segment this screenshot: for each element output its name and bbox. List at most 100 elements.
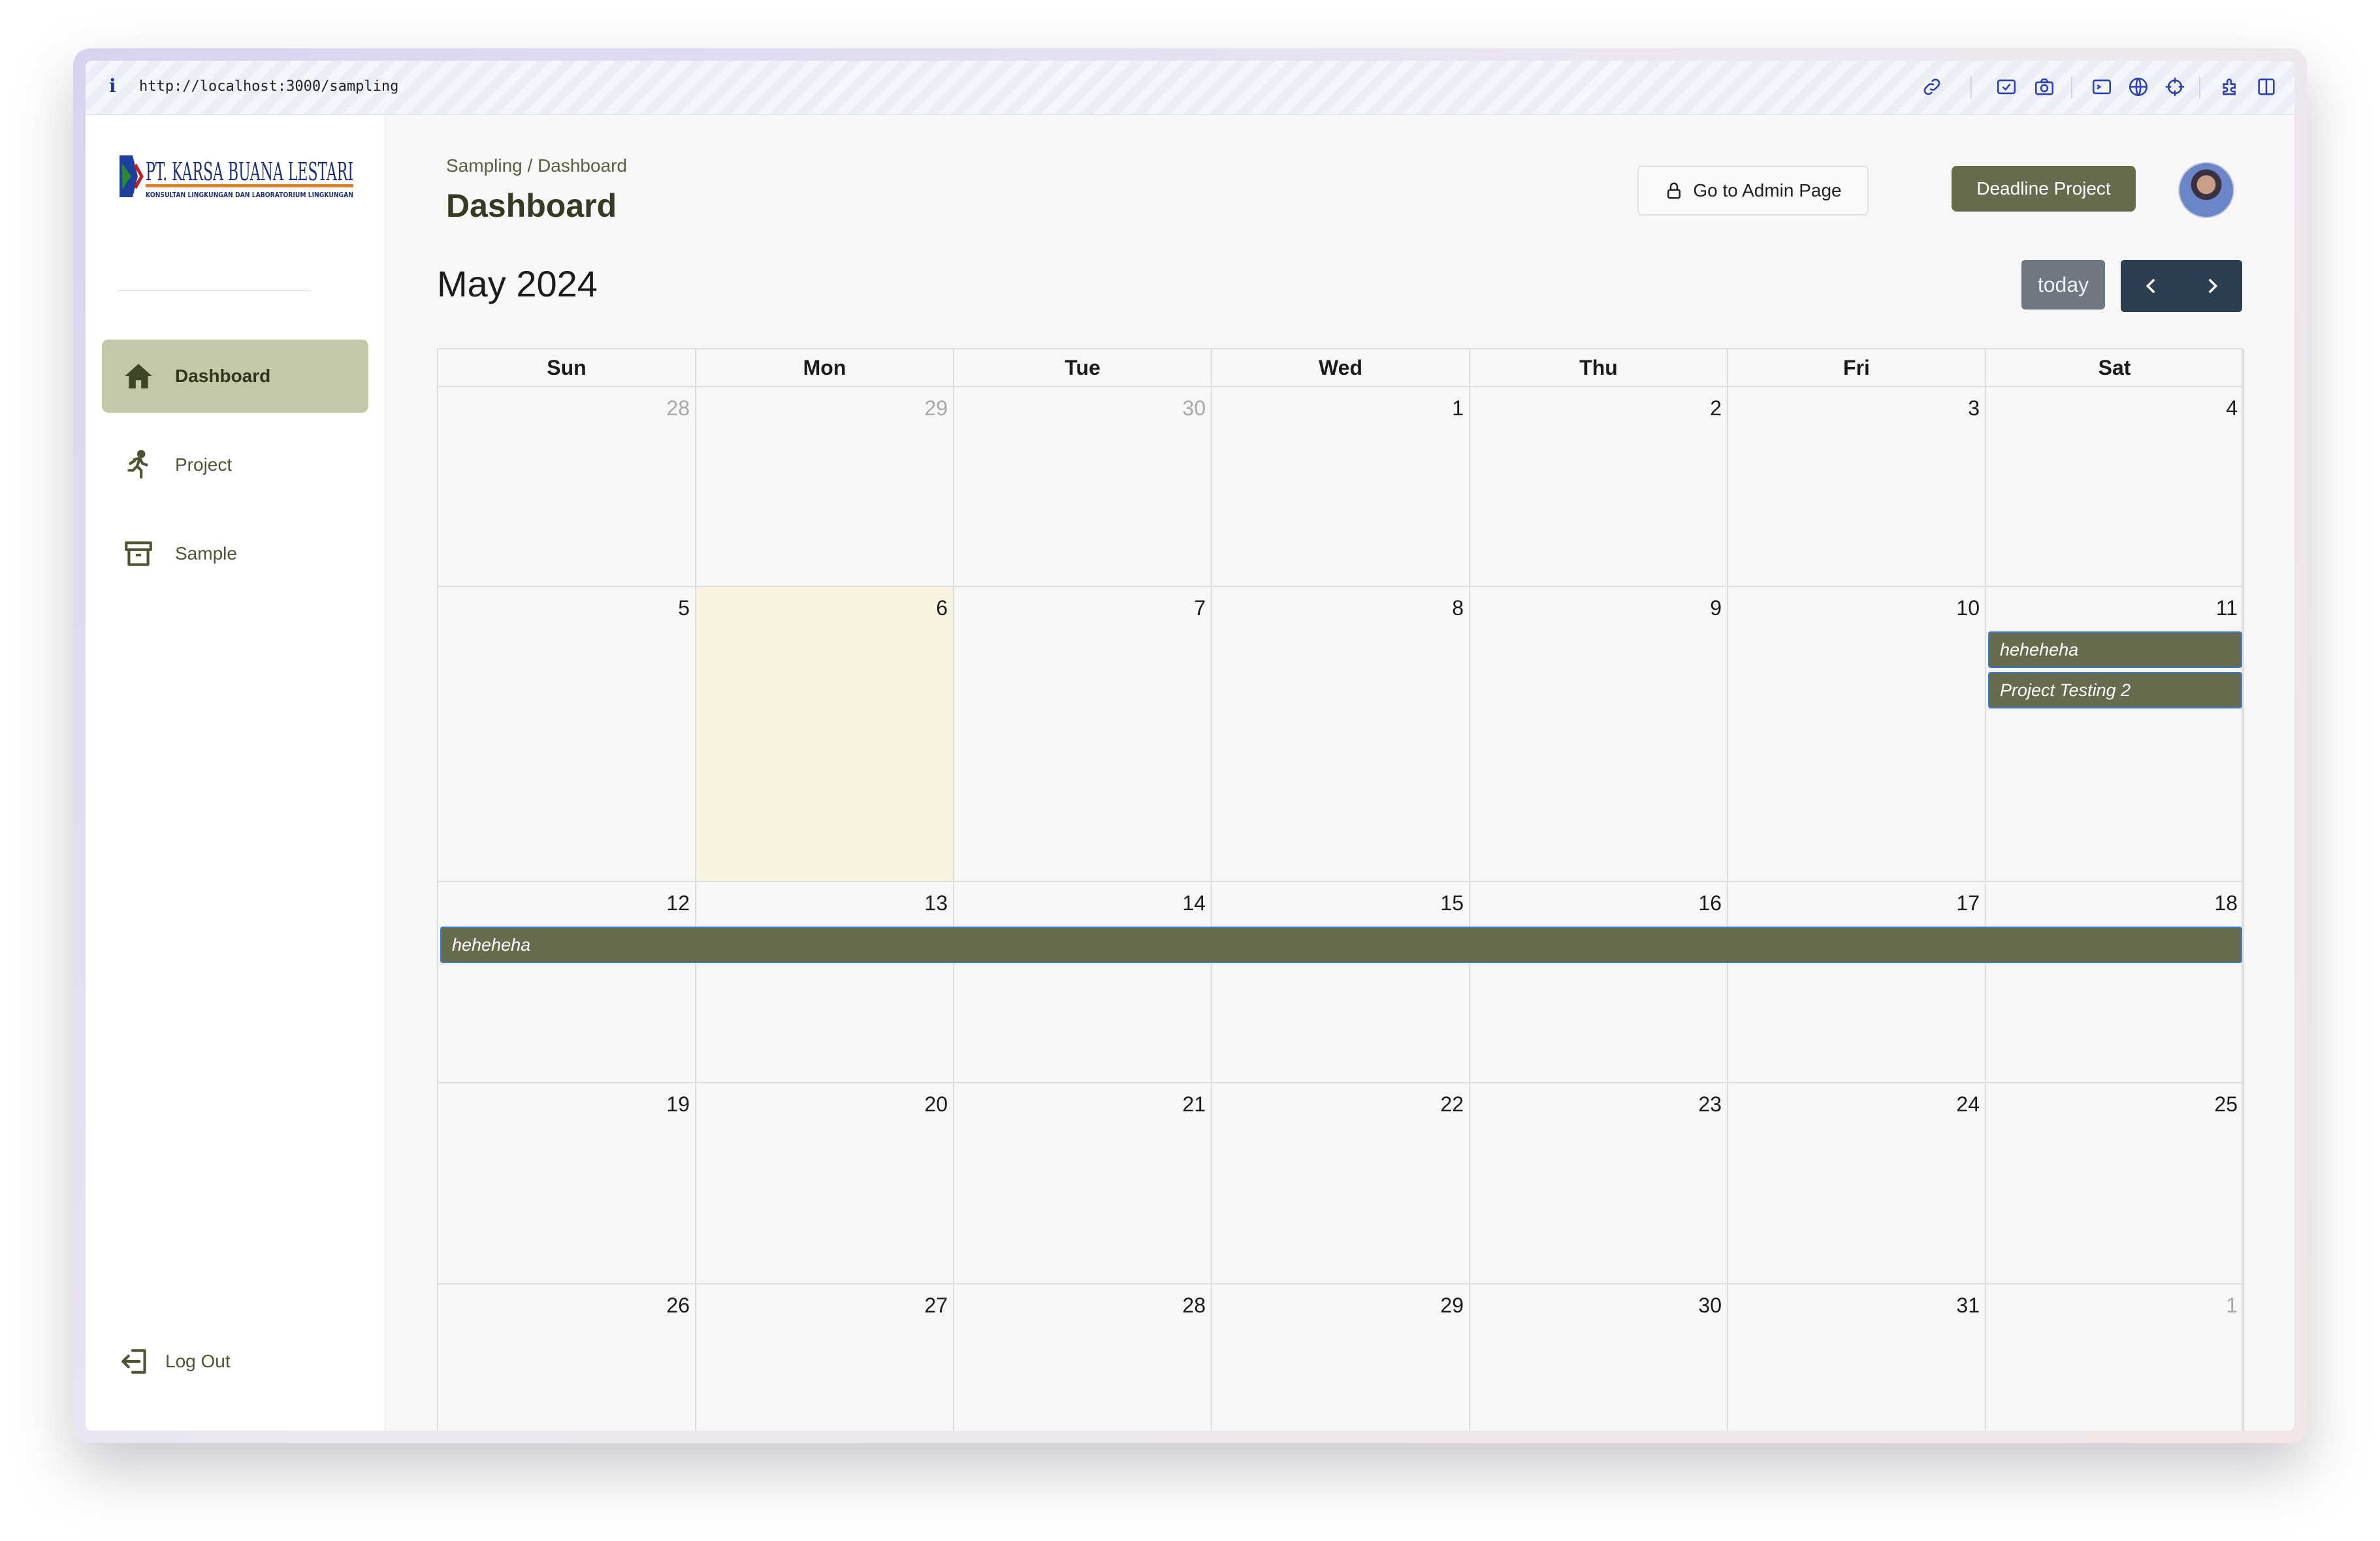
extension-icon[interactable] <box>2220 76 2242 98</box>
calendar-day-cell[interactable]: 2 <box>1470 387 1728 587</box>
calendar-day-cell[interactable]: 3 <box>1728 387 1986 587</box>
calendar-day-cell[interactable]: 26 <box>438 1284 696 1431</box>
today-button[interactable]: today <box>2021 260 2105 310</box>
day-number[interactable]: 1 <box>2226 1294 2238 1318</box>
day-number[interactable]: 22 <box>1440 1092 1464 1117</box>
day-number[interactable]: 2 <box>1710 396 1722 421</box>
calendar-day-cell[interactable]: 30 <box>954 387 1212 587</box>
day-number[interactable]: 8 <box>1452 596 1464 620</box>
day-number[interactable]: 30 <box>1698 1294 1722 1318</box>
sidebar-item-dashboard[interactable]: Dashboard <box>102 340 368 413</box>
calendar-event[interactable]: Project Testing 2 <box>1988 672 2242 708</box>
url-text[interactable]: http://localhost:3000/sampling <box>139 78 398 95</box>
calendar-day-cell[interactable]: 6 <box>696 587 954 882</box>
calendar-day-cell[interactable]: 25 <box>1986 1083 2244 1284</box>
day-number[interactable]: 4 <box>2226 396 2238 421</box>
day-number[interactable]: 20 <box>924 1092 948 1117</box>
globe-icon[interactable] <box>2127 76 2149 98</box>
day-number[interactable]: 6 <box>936 596 948 620</box>
next-month-button[interactable] <box>2181 260 2242 312</box>
sidebar-item-sample[interactable]: Sample <box>102 517 368 590</box>
calendar-day-cell[interactable]: 4 <box>1986 387 2244 587</box>
day-number[interactable]: 25 <box>2214 1092 2238 1117</box>
day-number[interactable]: 23 <box>1698 1092 1722 1117</box>
calendar-day-cell[interactable]: 28 <box>954 1284 1212 1431</box>
calendar-day-cell[interactable]: 30 <box>1470 1284 1728 1431</box>
calendar-day-cell[interactable]: 8 <box>1212 587 1470 882</box>
day-number[interactable]: 27 <box>924 1294 948 1318</box>
crosshair-icon[interactable] <box>2164 76 2186 98</box>
calendar-day-cell[interactable]: 17 <box>1728 882 1986 1083</box>
calendar-day-cell[interactable]: 29 <box>1212 1284 1470 1431</box>
day-number[interactable]: 3 <box>1968 396 1980 421</box>
day-number[interactable]: 10 <box>1956 596 1980 620</box>
sidebar-item-label: Sample <box>175 543 237 564</box>
sidebar-toggle-icon[interactable] <box>2255 76 2277 98</box>
terminal-icon[interactable] <box>2091 76 2113 98</box>
calendar-day-cell[interactable]: 19 <box>438 1083 696 1284</box>
day-number[interactable]: 1 <box>1452 396 1464 421</box>
calendar-month-title: May 2024 <box>437 263 598 304</box>
calendar-day-cell[interactable]: 24 <box>1728 1083 1986 1284</box>
day-number[interactable]: 17 <box>1956 891 1980 915</box>
day-number[interactable]: 14 <box>1182 891 1206 915</box>
calendar-day-cell[interactable]: 21 <box>954 1083 1212 1284</box>
calendar-event[interactable]: heheheha <box>1988 631 2242 668</box>
calendar-day-cell[interactable]: 16 <box>1470 882 1728 1083</box>
day-number[interactable]: 26 <box>666 1294 690 1318</box>
link-icon[interactable] <box>1921 76 1943 98</box>
info-icon[interactable]: i <box>109 75 116 97</box>
go-to-admin-button[interactable]: Go to Admin Page <box>1637 166 1869 215</box>
weekday-header: Sat <box>1986 349 2244 387</box>
day-number[interactable]: 16 <box>1698 891 1722 915</box>
day-number[interactable]: 13 <box>924 891 948 915</box>
company-logo[interactable]: PT. KARSA BUANA LESTARI KONSULTAN LINGKU… <box>116 151 357 201</box>
camera-icon[interactable] <box>2033 76 2055 98</box>
prev-month-button[interactable] <box>2121 260 2181 312</box>
calendar-day-cell[interactable]: 10 <box>1728 587 1986 882</box>
day-number[interactable]: 7 <box>1194 596 1206 620</box>
avatar[interactable] <box>2178 162 2234 218</box>
logout-button[interactable]: Log Out <box>118 1344 231 1378</box>
day-number[interactable]: 28 <box>1182 1294 1206 1318</box>
calendar-day-cell[interactable]: 20 <box>696 1083 954 1284</box>
day-number[interactable]: 18 <box>2214 891 2238 915</box>
calendar-day-cell[interactable]: 28 <box>438 387 696 587</box>
calendar-day-cell[interactable]: 18 <box>1986 882 2244 1083</box>
calendar-day-cell[interactable]: 12 <box>438 882 696 1083</box>
calendar-day-cell[interactable]: 23 <box>1470 1083 1728 1284</box>
day-number[interactable]: 29 <box>924 396 948 421</box>
day-number[interactable]: 28 <box>666 396 690 421</box>
calendar-day-cell[interactable]: 5 <box>438 587 696 882</box>
calendar-day-cell[interactable]: 14 <box>954 882 1212 1083</box>
calendar-day-cell[interactable]: 29 <box>696 387 954 587</box>
day-number[interactable]: 21 <box>1182 1092 1206 1117</box>
calendar-day-cell[interactable]: 22 <box>1212 1083 1470 1284</box>
calendar-day-cell[interactable]: 1 <box>1212 387 1470 587</box>
calendar-day-cell[interactable]: 13 <box>696 882 954 1083</box>
screenshot-icon[interactable] <box>1995 76 2018 98</box>
weekday-header: Wed <box>1212 349 1470 387</box>
logo-divider <box>118 290 312 291</box>
sidebar-item-project[interactable]: Project <box>102 428 368 501</box>
day-number[interactable]: 29 <box>1440 1294 1464 1318</box>
breadcrumb[interactable]: Sampling / Dashboard <box>446 155 627 176</box>
calendar-day-cell[interactable]: 1 <box>1986 1284 2244 1431</box>
day-number[interactable]: 31 <box>1956 1294 1980 1318</box>
day-number[interactable]: 12 <box>666 891 690 915</box>
calendar-day-cell[interactable]: 27 <box>696 1284 954 1431</box>
day-number[interactable]: 5 <box>678 596 690 620</box>
calendar-day-cell[interactable]: 7 <box>954 587 1212 882</box>
day-number[interactable]: 19 <box>666 1092 690 1117</box>
day-number[interactable]: 15 <box>1440 891 1464 915</box>
day-number[interactable]: 9 <box>1710 596 1722 620</box>
calendar-day-cell[interactable]: 31 <box>1728 1284 1986 1431</box>
calendar-event[interactable]: heheheha <box>440 927 2242 963</box>
day-number[interactable]: 30 <box>1182 396 1206 421</box>
chevron-right-icon <box>2208 278 2217 294</box>
day-number[interactable]: 24 <box>1956 1092 1980 1117</box>
day-number[interactable]: 11 <box>2216 596 2238 620</box>
calendar-day-cell[interactable]: 9 <box>1470 587 1728 882</box>
deadline-project-button[interactable]: Deadline Project <box>1952 166 2136 212</box>
calendar-day-cell[interactable]: 15 <box>1212 882 1470 1083</box>
